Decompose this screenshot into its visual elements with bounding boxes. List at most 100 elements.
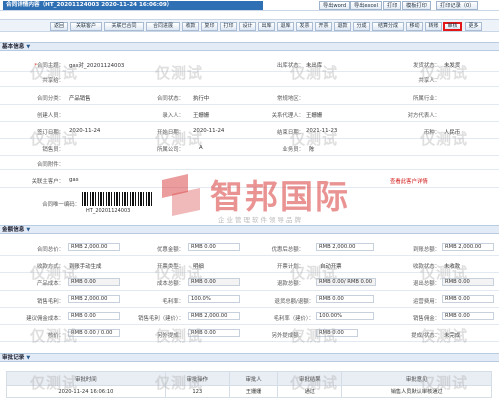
extra-commission-amount-label: 另外提成额： <box>271 333 304 339</box>
more-button[interactable]: 更多 <box>465 22 482 31</box>
pricing-label: 核价： <box>47 333 64 339</box>
print-button[interactable]: 打印 <box>383 1 402 10</box>
logo-tagline: 企业管理软件领导品牌 <box>218 216 303 224</box>
entry-person-value: 王姗姗 <box>193 113 210 119</box>
link-customer-button[interactable]: 关联客户 <box>70 22 102 31</box>
industry-label: 所属行业： <box>413 96 440 102</box>
basic-row-1: *合同主题： gas对_20201124003 出库状态： 未出库 发货状态： … <box>0 57 499 72</box>
basic-info-header[interactable]: 基本信息 ▼ <box>0 42 499 51</box>
receipt-button[interactable]: 收款 <box>182 22 199 31</box>
action-toolbar: 返回 关联客户 关联已合同 合同进展 收款 复印 打印 设计 出库 退库 发票 … <box>0 19 499 32</box>
sales-margin-field[interactable]: RMB 2,000.00 <box>68 295 120 303</box>
audit-button[interactable]: 审核 <box>443 22 462 31</box>
sales-margin-suggested-field[interactable]: RMB 2,000.00 <box>188 312 240 320</box>
amount-row-3: 产品成本： RMB 0.00 成本总额： RMB 0.00 退款总额： RMB … <box>0 274 499 291</box>
refund-button[interactable]: 退款 <box>334 22 351 31</box>
copy-button[interactable]: 复印 <box>201 22 218 31</box>
barcode-value: HT_20201124003 <box>86 208 131 214</box>
amount-row-2: 收款方式： 到账手动生成 开票类型： 明细 开票计划： 自动开票 收款状态： 未… <box>0 257 499 273</box>
transfer-button[interactable]: 转账 <box>425 22 442 31</box>
counterparty-rep-label: 对方代表人： <box>407 113 440 119</box>
margin-rate-field[interactable]: 100.0% <box>188 295 240 303</box>
cost-total-field[interactable]: RMB 0.00 <box>188 278 240 286</box>
shipping-status-value: 未发货 <box>444 63 461 69</box>
basic-row-5: 签订日期： 2020-11-24 开始日期： 2020-11-24 结束日期： … <box>0 124 499 139</box>
col-approval-operation: 审批操作 <box>164 371 230 386</box>
basic-row-3: 合同分类： 产品销售 合同状态： 执行中 常规地区： 所属行业： <box>0 90 499 105</box>
commission-status-value: 未完成 <box>444 333 461 339</box>
amount-row-1: 合同总价： RMB 2,000.00 优惠金额： RMB 0.00 优惠后总额：… <box>0 240 499 256</box>
settle-split-button[interactable]: 结算分成 <box>372 22 404 31</box>
approval-table: 审批时间 审批操作 审批人 审批结果 审批意见 2020-11-24 16:06… <box>6 371 492 398</box>
pricing-field[interactable]: RMB 0.00 / 0.00 <box>68 329 120 337</box>
product-cost-field[interactable]: RMB 0.00 <box>68 278 120 286</box>
after-discount-field[interactable]: RMB 2,000.00 <box>316 243 374 251</box>
share-to-label: 共享给： <box>42 78 64 84</box>
approval-result-cell: 通过 <box>277 385 343 398</box>
return-total-label: 退货总额/退额： <box>274 299 314 305</box>
back-button[interactable]: 返回 <box>50 22 68 31</box>
amount-row-6: 核价： RMB 0.00 / 0.00 另外提成： RMB 0.00 另外提成额… <box>0 326 499 342</box>
approval-comment-cell: 销售人员默认审核通过 <box>341 385 492 398</box>
suggested-commission-label: 建议佣金成本： <box>26 316 64 322</box>
end-date-value: 2021-11-23 <box>306 128 338 134</box>
withdraw-total-field[interactable]: RMB 0.00 <box>442 278 494 286</box>
invoice-plan-value: 自动开票 <box>320 264 342 270</box>
payment-method-label: 收款方式： <box>37 264 64 270</box>
table-row: 2020-11-24 16:06:10 123 王姗姗 通过 销售人员默认审核通… <box>6 385 492 398</box>
attachment-label: 合同附件： <box>37 162 64 168</box>
collapse-arrow-icon[interactable]: ▼ <box>26 226 30 235</box>
received-total-field[interactable]: RMB 2,000.00 <box>442 243 494 251</box>
payment-method-value: 到账手动生成 <box>69 264 102 270</box>
invoice-button[interactable]: 发票 <box>296 22 313 31</box>
view-customer-link[interactable]: 查看此客户详情 <box>390 177 428 185</box>
start-date-label: 开始日期： <box>157 130 184 136</box>
page-title: 合同详情内容（HT_20201124003 2020-11-24 16:06:0… <box>3 1 263 10</box>
extra-commission-field[interactable]: RMB 0.00 <box>188 329 240 337</box>
approval-title: 审批记录 <box>2 355 25 361</box>
operating-cost-label: 运营费用： <box>413 299 440 305</box>
move-button[interactable]: 移动 <box>406 22 423 31</box>
collapse-arrow-icon[interactable]: ▼ <box>26 43 30 52</box>
approver-cell: 王姗姗 <box>228 385 279 398</box>
print-records-button[interactable]: 打印记录（0） <box>436 1 479 10</box>
collapse-arrow-icon[interactable]: ▼ <box>26 354 30 363</box>
return-stock-button[interactable]: 退库 <box>277 22 294 31</box>
basic-row-8: 关联主客户： gas 查看此客户详情 <box>0 173 499 188</box>
margin-rate-suggested-field[interactable]: 100.00% <box>316 312 374 320</box>
return-total-field[interactable]: RMB 0.00 <box>316 295 374 303</box>
product-cost-label: 产品成本： <box>37 281 64 287</box>
split-button[interactable]: 分成 <box>353 22 370 31</box>
contract-total-label: 合同总价： <box>37 247 64 253</box>
export-excel-button[interactable]: 导出excel <box>350 1 382 10</box>
export-word-button[interactable]: 导出word <box>319 1 351 10</box>
sales-commission-label: 销售佣金： <box>413 316 440 322</box>
suggested-commission-field[interactable]: RMB 0.00 <box>68 312 120 320</box>
company-value: A <box>199 145 203 151</box>
contract-total-field[interactable]: RMB 2,000.00 <box>68 243 120 251</box>
col-approval-time: 审批时间 <box>6 371 166 386</box>
template-print-button[interactable]: 模板打印 <box>402 1 431 10</box>
link-contract-button[interactable]: 关联已合同 <box>104 22 144 31</box>
contract-progress-button[interactable]: 合同进展 <box>146 22 180 31</box>
issue-invoice-button[interactable]: 开票 <box>315 22 332 31</box>
refund-total-field[interactable]: RMB 0.00/ RMB 0.00 <box>316 278 376 286</box>
sales-commission-field[interactable]: RMB 0.00 <box>442 312 494 320</box>
extra-commission-amount-field[interactable]: RMB 0.00 <box>316 329 358 337</box>
amount-info-header[interactable]: 金额信息 ▼ <box>0 225 499 234</box>
contract-status-label: 合同状态： <box>157 96 184 102</box>
basic-row-7: 合同附件： <box>0 157 499 170</box>
toolbar-print-button[interactable]: 打印 <box>220 22 237 31</box>
approval-header[interactable]: 审批记录 ▼ <box>0 353 499 362</box>
end-date-label: 结束日期： <box>277 130 304 136</box>
discount-field[interactable]: RMB 0.00 <box>188 243 240 251</box>
invoice-type-label: 开票类型： <box>157 264 184 270</box>
contract-subject-label: *合同主题： <box>34 63 64 69</box>
outbound-button[interactable]: 出库 <box>258 22 275 31</box>
design-button[interactable]: 设计 <box>239 22 256 31</box>
approval-table-header: 审批时间 审批操作 审批人 审批结果 审批意见 <box>6 371 492 386</box>
contract-subject-value: gas对_20201124003 <box>69 63 125 69</box>
contract-status-value: 执行中 <box>193 96 210 102</box>
operating-cost-field[interactable]: RMB 0.00 <box>442 295 494 303</box>
sharer-label: 共享人： <box>418 78 440 84</box>
